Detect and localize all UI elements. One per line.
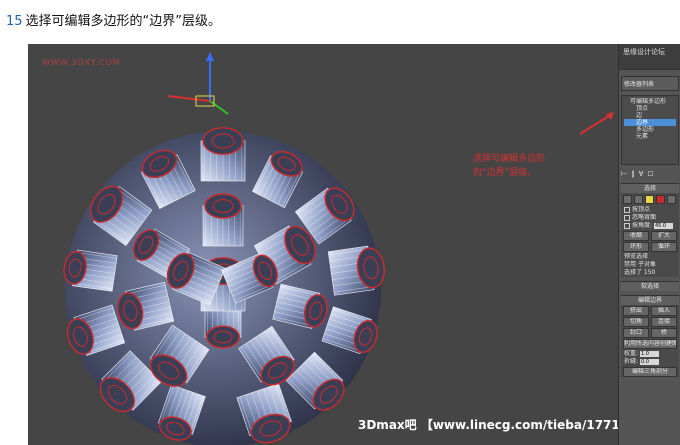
perspective-viewport[interactable]: WWW.3DXY.COM 选择可编辑多边形的“边界”层级。 3Dmax吧 【ww… (28, 44, 632, 445)
stack-item[interactable]: 多边形 (624, 126, 676, 133)
forum-logo: 思缘设计论坛 (619, 44, 680, 70)
mesh-object[interactable] (28, 44, 618, 445)
transform-gizmo-icon (167, 52, 229, 115)
preview-options: 禁用 子对象 (621, 261, 679, 269)
selection-rollout: 选择 按顶点 忽略背面 按角度: 45.0 收缩 扩大 环形 循环 预览选择 禁… (621, 183, 679, 277)
cylinder-element (200, 127, 246, 182)
checkbox-icon[interactable] (624, 214, 630, 221)
border-level-icon[interactable] (645, 195, 654, 204)
element-level-icon[interactable] (667, 195, 676, 204)
stack-item[interactable]: 边界 (624, 119, 676, 126)
stack-item[interactable]: 边 (624, 112, 676, 119)
checkbox-icon[interactable] (624, 206, 630, 213)
chamfer-button[interactable]: 切角 (623, 317, 649, 327)
crease-label: 折缝: (624, 358, 639, 365)
vertex-level-icon[interactable] (623, 195, 632, 204)
insert-vertex-button[interactable]: 插入 (651, 306, 677, 316)
screenshot-frame: WWW.3DXY.COM 选择可编辑多边形的“边界”层级。 3Dmax吧 【ww… (28, 44, 680, 445)
stack-item[interactable]: 可编辑多边形 (624, 98, 676, 105)
arrow-icon (579, 112, 614, 135)
soft-selection-rollout: 软选择 (621, 281, 679, 291)
step-caption: 15 选择可编辑多边形的“边界”层级。 (6, 10, 221, 29)
remove-modifier-icon[interactable]: ☐ (647, 170, 653, 178)
disabled-radio[interactable]: 禁用 (624, 261, 636, 268)
selection-rollout-header[interactable]: 选择 (621, 184, 679, 193)
weight-label: 权重: (624, 350, 639, 357)
command-panel: 思缘设计论坛 修改器列表 可编辑多边形 顶点边边界 多边形 元素 ⊢ ∥ ∀ ☐ 选择… (618, 44, 680, 445)
weight-row: 权重: 1.0 (621, 350, 679, 358)
create-shape-button[interactable]: 利用所选内容创建图形 (623, 339, 677, 349)
modifier-list-dropdown[interactable]: 修改器列表 (621, 76, 679, 91)
bottom-watermark: 3Dmax吧 【www.linecg.com/tieba/1771】 (358, 418, 632, 432)
connect-button[interactable]: 连接 (651, 317, 677, 327)
preview-selection-label: 预览选择 (624, 253, 649, 260)
extrude-button[interactable]: 挤出 (623, 306, 649, 316)
annotation-text: 选择可编辑多边形的“边界”层级。 (473, 154, 546, 178)
stack-item[interactable]: 顶点 (624, 105, 676, 112)
edge-level-icon[interactable] (634, 195, 643, 204)
cap-button[interactable]: 封口 (623, 328, 649, 338)
subobject-radio[interactable]: 子对象 (638, 261, 656, 268)
by-angle-row[interactable]: 按角度: 45.0 (621, 222, 679, 230)
cylinder-element (202, 193, 244, 247)
ring-button[interactable]: 环形 (623, 242, 649, 252)
crease-field[interactable]: 0.0 (639, 358, 659, 365)
stack-item[interactable]: 元素 (624, 133, 676, 140)
selection-count: 选择了 150 (624, 269, 656, 276)
step-number: 15 (6, 14, 23, 29)
subobject-icons (621, 193, 679, 206)
edit-borders-rollout: 编辑边界 挤出 插入 切角 连接 封口 桥 利用所选内容创建图形 权重: 1.0… (621, 295, 679, 377)
edit-borders-header[interactable]: 编辑边界 (621, 296, 679, 305)
unique-icon[interactable]: ∀ (639, 170, 644, 178)
ignore-backfacing-row[interactable]: 忽略背面 (621, 214, 679, 222)
shrink-button[interactable]: 收缩 (623, 231, 649, 241)
step-text: 选择可编辑多边形的“边界”层级。 (25, 14, 222, 29)
grow-button[interactable]: 扩大 (651, 231, 677, 241)
soft-selection-header[interactable]: 软选择 (621, 282, 679, 291)
weight-field[interactable]: 1.0 (639, 350, 659, 357)
by-vertex-row[interactable]: 按顶点 (621, 206, 679, 214)
by-vertex-label: 按顶点 (632, 206, 651, 213)
bridge-button[interactable]: 桥 (651, 328, 677, 338)
stack-tools: ⊢ ∥ ∀ ☐ (621, 169, 679, 179)
ignore-backfacing-label: 忽略背面 (632, 214, 657, 221)
checkbox-icon[interactable] (624, 222, 630, 229)
polygon-level-icon[interactable] (656, 195, 665, 204)
edit-triangulation-button[interactable]: 编辑三角剖分 (623, 367, 677, 377)
loop-button[interactable]: 循环 (651, 242, 677, 252)
angle-field[interactable]: 45.0 (653, 222, 673, 229)
crease-row: 折缝: 0.0 (621, 358, 679, 366)
pin-icon[interactable]: ⊢ (621, 170, 627, 178)
modifier-stack: 可编辑多边形 顶点边边界 多边形 元素 (621, 95, 679, 165)
by-angle-label: 按角度: (632, 222, 653, 229)
show-result-icon[interactable]: ∥ (631, 170, 635, 178)
